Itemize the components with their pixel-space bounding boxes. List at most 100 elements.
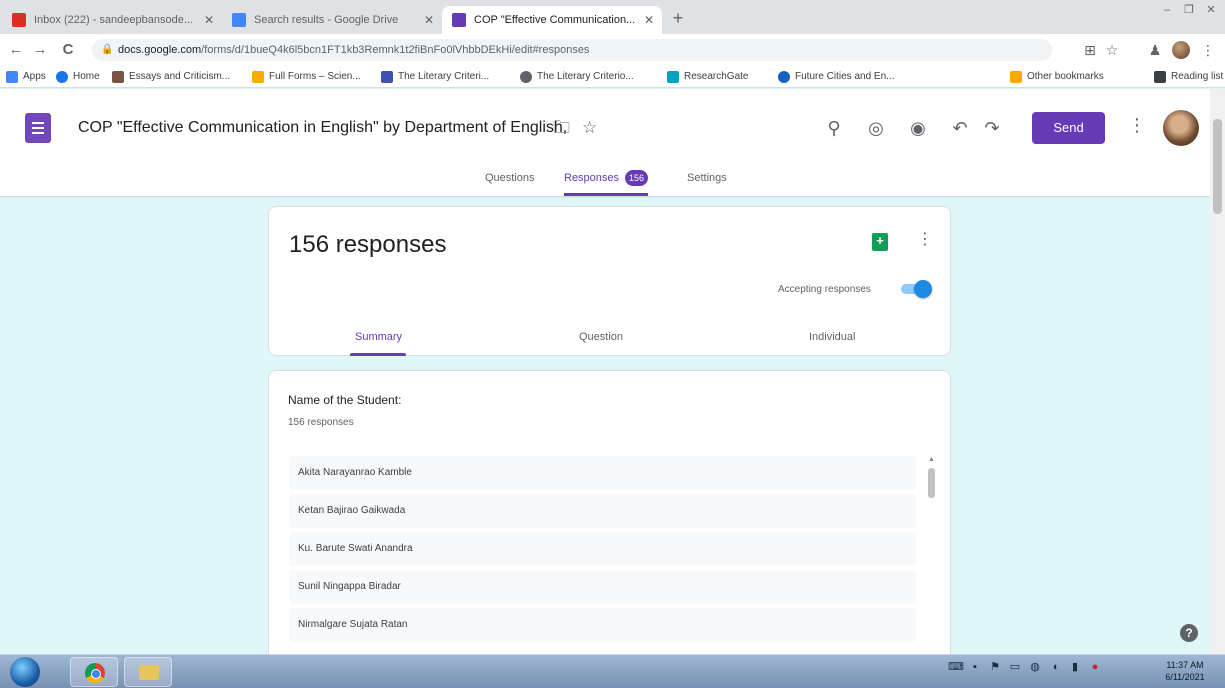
tab-responses[interactable]: Responses 156 [564, 167, 649, 196]
accepting-responses-label: Accepting responses [778, 284, 871, 295]
close-icon[interactable]: ✕ [204, 6, 214, 34]
undo-icon[interactable]: ↶ [948, 116, 972, 140]
bookmark-label: The Literary Criteri... [398, 71, 490, 82]
star-icon[interactable]: ☆ [582, 117, 597, 139]
google-sheets-icon[interactable] [872, 232, 888, 251]
bookmark-researchgate[interactable]: ResearchGate [667, 69, 748, 85]
flag-icon[interactable]: ⚑ [988, 659, 1002, 675]
browser-menu-icon[interactable]: ⋮ [1198, 40, 1218, 60]
tab-settings[interactable]: Settings [687, 167, 727, 196]
bookmark-home[interactable]: Home [56, 69, 100, 85]
active-tab-indicator [350, 353, 406, 356]
power-icon[interactable]: ▮ [1068, 659, 1082, 675]
extensions-icon[interactable]: ♟ [1145, 40, 1165, 60]
redo-icon[interactable]: ↷ [980, 116, 1004, 140]
send-button[interactable]: Send [1032, 112, 1105, 144]
toggle-knob [914, 280, 932, 298]
more-options-icon[interactable]: ⋮ [1128, 115, 1146, 136]
window-controls: – ❐ ✕ [1159, 3, 1219, 17]
page-scrollbar[interactable] [1210, 89, 1225, 654]
avatar[interactable] [1163, 110, 1199, 146]
question-summary-card: Name of the Student: 156 responses Akita… [268, 370, 951, 670]
tab-question[interactable]: Question [579, 331, 623, 343]
browser-tab-drive[interactable]: Search results - Google Drive ✕ [222, 6, 442, 34]
translate-icon[interactable]: ⊞ [1080, 40, 1100, 60]
bookmark-label: The Literary Criterio... [537, 71, 634, 82]
bookmark-site-icon [252, 71, 264, 83]
url-host: docs.google.com [118, 44, 202, 56]
answer-list-scroll-thumb[interactable] [928, 468, 935, 498]
bookmark-reading-list[interactable]: Reading list [1154, 69, 1223, 85]
close-window-button[interactable]: ✕ [1203, 3, 1219, 17]
bookmark-label: Reading list [1171, 71, 1224, 82]
tab-responses-label: Responses [564, 172, 620, 184]
volume-icon[interactable]: ◖ [1048, 659, 1062, 675]
restore-button[interactable]: ❐ [1181, 3, 1197, 17]
browser-tab-forms[interactable]: COP "Effective Communication... ✕ [442, 6, 662, 34]
preview-eye-icon[interactable]: ◉ [906, 116, 930, 140]
scroll-up-icon[interactable]: ▲ [927, 456, 936, 463]
system-clock[interactable]: 11:37 AM 6/11/2021 [1150, 659, 1220, 683]
globe-icon [778, 71, 790, 83]
bookmark-label: Home [73, 71, 100, 82]
taskbar-chrome-button[interactable] [70, 657, 118, 687]
back-button[interactable]: ← [6, 40, 26, 60]
addons-icon[interactable]: ⚲ [822, 116, 846, 140]
answer-list-scrollbar[interactable]: ▲ [927, 456, 936, 666]
clock-time: 11:37 AM [1166, 660, 1204, 670]
list-item: Akita Narayanrao Kamble [289, 456, 916, 490]
bookmark-label: Apps [23, 71, 46, 82]
browser-profile-avatar[interactable] [1172, 41, 1190, 59]
browser-tab-gmail[interactable]: Inbox (222) - sandeepbansode... ✕ [2, 6, 222, 34]
close-icon[interactable]: ✕ [424, 6, 434, 34]
bookmark-literary-criterion-1[interactable]: The Literary Criteri... [381, 69, 489, 85]
accepting-responses-toggle[interactable] [899, 280, 933, 298]
reload-button[interactable]: C [58, 40, 78, 60]
help-icon[interactable]: ? [1180, 624, 1198, 642]
bookmark-literary-criterion-2[interactable]: The Literary Criterio... [520, 69, 634, 85]
list-item: Sunil Ningappa Biradar [289, 570, 916, 604]
new-tab-button[interactable]: + [664, 6, 692, 30]
list-item: Ku. Barute Swati Anandra [289, 532, 916, 566]
palette-icon[interactable]: ◎ [864, 116, 888, 140]
drive-icon [232, 13, 246, 27]
tab-individual[interactable]: Individual [809, 331, 855, 343]
bookmark-full-forms[interactable]: Full Forms – Scien... [252, 69, 361, 85]
forward-button[interactable]: → [30, 40, 50, 60]
bookmark-label: Future Cities and En... [795, 71, 895, 82]
url-path: /forms/d/1bueQ4k6l5bcn1FT1kb3Remnk1t2fiB… [201, 44, 590, 56]
bookmark-star-icon[interactable]: ☆ [1102, 40, 1122, 60]
network-icon[interactable]: ◍ [1028, 659, 1042, 675]
start-button[interactable] [10, 657, 40, 687]
taskbar-explorer-button[interactable] [124, 657, 172, 687]
form-title[interactable]: COP "Effective Communication in English"… [78, 119, 567, 137]
folder-icon [139, 665, 159, 680]
apps-grid-icon [6, 71, 18, 83]
address-bar[interactable]: 🔒 docs.google.com/forms/d/1bueQ4k6l5bcn1… [92, 39, 1052, 61]
form-tabs: Questions Responses 156 Settings [0, 167, 1210, 196]
tray-app-icon[interactable]: ▪ [968, 659, 982, 675]
google-forms-logo[interactable] [25, 113, 51, 143]
bookmark-apps[interactable]: Apps [6, 69, 46, 85]
tab-questions[interactable]: Questions [485, 167, 535, 196]
bookmark-label: ResearchGate [684, 71, 749, 82]
minimize-button[interactable]: – [1159, 3, 1175, 17]
list-item: Ketan Bajirao Gaikwada [289, 494, 916, 528]
more-options-icon[interactable]: ⋮ [917, 229, 933, 249]
close-icon[interactable]: ✕ [644, 6, 654, 34]
page-scroll-thumb[interactable] [1213, 119, 1222, 214]
responses-summary-card: 156 responses ⋮ Accepting responses Summ… [268, 206, 951, 356]
tab-summary[interactable]: Summary [355, 331, 402, 343]
response-count-badge: 156 [625, 170, 649, 187]
bookmark-label: Other bookmarks [1027, 71, 1104, 82]
antivirus-icon[interactable]: ● [1088, 659, 1102, 675]
windows-taskbar: ⌨ ▪ ⚑ ▭ ◍ ◖ ▮ ● 11:37 AM 6/11/2021 [0, 654, 1225, 688]
bookmark-essays[interactable]: Essays and Criticism... [112, 69, 230, 85]
gmail-icon [12, 13, 26, 27]
display-icon[interactable]: ▭ [1008, 659, 1022, 675]
keyboard-icon[interactable]: ⌨ [948, 659, 964, 675]
forms-icon [452, 13, 466, 27]
bookmark-other[interactable]: Other bookmarks [1010, 69, 1104, 85]
bookmark-future-cities[interactable]: Future Cities and En... [778, 69, 895, 85]
move-to-folder-icon[interactable]: 🗀 [553, 117, 570, 139]
